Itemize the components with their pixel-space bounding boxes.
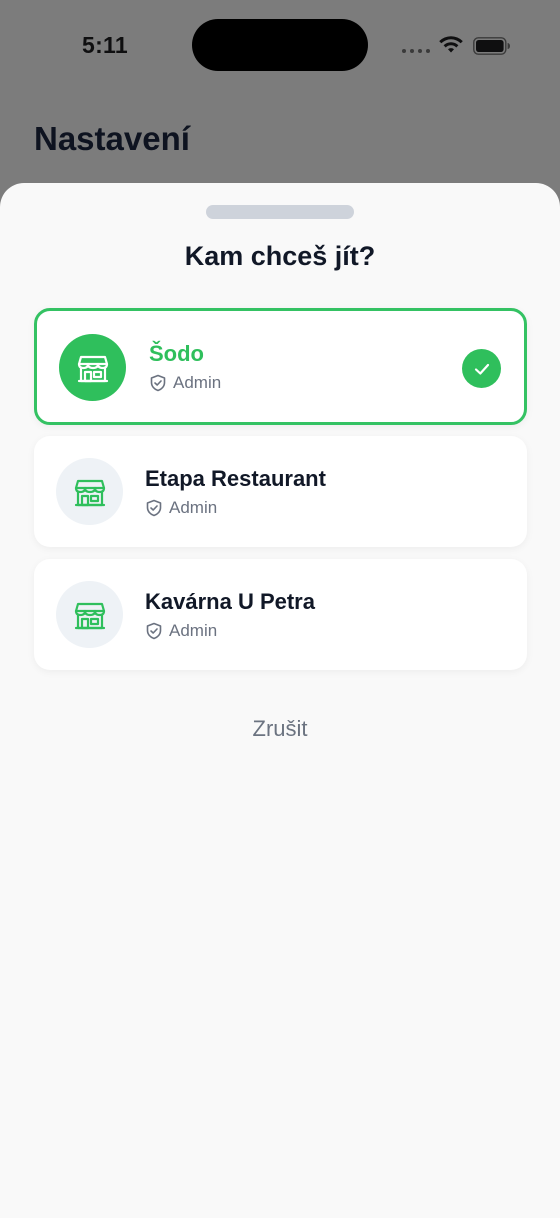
place-name: Šodo: [149, 341, 204, 366]
place-role: Admin: [145, 498, 217, 518]
status-time: 5:11: [82, 32, 128, 58]
store-icon: [56, 458, 123, 525]
place-picker-sheet: Kam chceš jít? Šodo Admin Etapa Restaura…: [0, 183, 560, 1218]
place-name: Etapa Restaurant: [145, 466, 326, 491]
place-option-kavarna-u-petra[interactable]: Kavárna U Petra Admin: [34, 559, 527, 670]
place-role: Admin: [149, 373, 221, 393]
store-icon: [59, 334, 126, 401]
place-role-label: Admin: [169, 498, 218, 517]
shield-check-icon: [146, 499, 162, 517]
cellular-signal-icon: [402, 49, 430, 53]
screen: 5:11 Nastavení Kam chceš jít? Šodo Admin…: [0, 0, 560, 1218]
place-option-etapa-restaurant[interactable]: Etapa Restaurant Admin: [34, 436, 527, 547]
page-title: Nastavení: [34, 120, 190, 157]
checkmark-icon: [462, 349, 501, 388]
shield-check-icon: [146, 622, 162, 640]
cancel-button[interactable]: Zrušit: [0, 716, 560, 742]
place-name: Kavárna U Petra: [145, 589, 315, 614]
dynamic-island: [192, 19, 368, 71]
battery-icon: [473, 37, 510, 55]
sheet-title: Kam chceš jít?: [184, 241, 376, 271]
wifi-icon: [439, 36, 463, 53]
place-role-label: Admin: [173, 373, 222, 392]
place-role: Admin: [145, 621, 217, 641]
place-role-label: Admin: [169, 621, 218, 640]
shield-check-icon: [150, 374, 166, 392]
store-icon: [56, 581, 123, 648]
place-option-sodo[interactable]: Šodo Admin: [34, 308, 527, 425]
sheet-grabber[interactable]: [206, 205, 354, 219]
